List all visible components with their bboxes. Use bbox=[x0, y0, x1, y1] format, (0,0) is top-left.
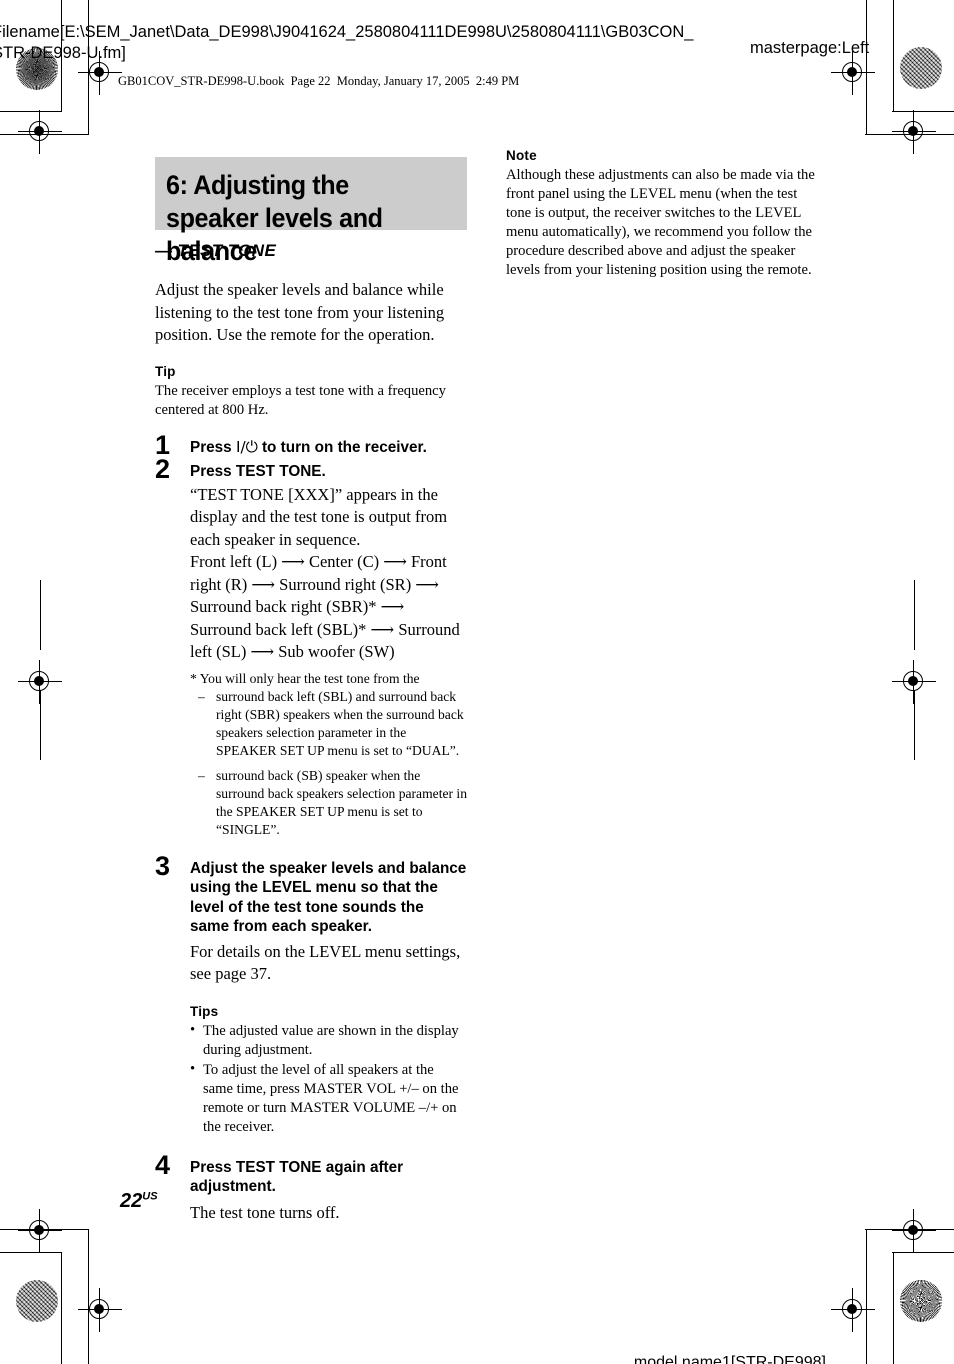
tips-list-item: • To adjust the level of all speakers at… bbox=[190, 1061, 467, 1137]
step-2-footnote-item-1: – surround back left (SBL) and surround … bbox=[190, 688, 467, 759]
bullet-dot-icon: • bbox=[190, 1021, 196, 1038]
tip-text: The receiver employs a test tone with a … bbox=[155, 382, 446, 418]
step-2-footnote-item-1-text: surround back left (SBL) and surround ba… bbox=[216, 689, 464, 758]
tips-list-item: • The adjusted value are shown in the di… bbox=[190, 1022, 467, 1060]
registration-starburst-bottom-right bbox=[900, 1280, 942, 1322]
book-header-line: GB01COV_STR-DE998-U.book Page 22 Monday,… bbox=[118, 74, 520, 88]
manual-page: Filename[E:\SEM_Janet\Data_DE998\J904162… bbox=[0, 0, 954, 1364]
step-3-title: Adjust the speaker levels and balance us… bbox=[190, 859, 467, 936]
registration-moire-bottom-left bbox=[16, 1280, 58, 1322]
page-number: 22US bbox=[120, 1190, 158, 1213]
step-2-footnote-lead: * You will only hear the test tone from … bbox=[190, 670, 420, 686]
step-2-footnote-item-2-text: surround back (SB) speaker when the surr… bbox=[216, 768, 468, 837]
step-2-body-1: “TEST TONE [XXX]” appears in the display… bbox=[190, 484, 448, 549]
registration-target-top-right-b bbox=[892, 110, 936, 154]
page-number-value: 22 bbox=[120, 1190, 143, 1212]
step-2: 2 Press TEST TONE. “TEST TONE [XXX]” app… bbox=[155, 456, 467, 839]
tip-heading: Tip bbox=[155, 363, 176, 379]
step-3-body-1: For details on the LEVEL menu settings, … bbox=[190, 941, 461, 984]
step-1-title-suffix: to turn on the receiver. bbox=[257, 438, 427, 456]
step-1-title: Press I/⏻ to turn on the receiver. bbox=[190, 438, 467, 458]
model-name-line: model name1[STR-DE998] bbox=[633, 1354, 826, 1364]
step-2-footnote-item-2: – surround back (SB) speaker when the su… bbox=[190, 767, 467, 838]
chapter-title-box: 6: Adjusting the speaker levels and bala… bbox=[155, 157, 467, 266]
crop-mark-vertical-bottom-left-outer bbox=[61, 1252, 63, 1364]
registration-target-top-left-b bbox=[18, 110, 62, 154]
intro-paragraph: Adjust the speaker levels and balance wh… bbox=[155, 280, 445, 344]
bullet-dot-icon: • bbox=[190, 1060, 196, 1077]
tips-list-item-text: To adjust the level of all speakers at t… bbox=[203, 1061, 459, 1135]
step-4-number: 4 bbox=[155, 1149, 171, 1180]
step-4-body-1: The test tone turns off. bbox=[190, 1202, 340, 1222]
step-4: 4 Press TEST TONE again after adjustment… bbox=[155, 1151, 467, 1225]
power-symbol-icon: I/⏻ bbox=[235, 437, 258, 456]
crop-mark-vertical-mid-left bbox=[40, 580, 42, 650]
tips-list: • The adjusted value are shown in the di… bbox=[190, 1022, 467, 1137]
model-name-slug: model name1[STR-DE998] [2-580-804-11(1)] bbox=[540, 1308, 826, 1364]
note-text: Although these adjustments can also be m… bbox=[506, 167, 815, 278]
crop-mark-vertical-mid-right-lower bbox=[914, 690, 916, 760]
step-2-title: Press TEST TONE. bbox=[190, 463, 326, 480]
step-3: 3 Adjust the speaker levels and balance … bbox=[155, 852, 467, 1137]
page-number-suffix: US bbox=[142, 1190, 158, 1203]
crop-mark-vertical-top-right-outer bbox=[893, 0, 895, 112]
registration-target-bottom-left-a bbox=[78, 1288, 122, 1332]
registration-target-bottom-right-b bbox=[892, 1209, 936, 1253]
note-column: Note Although these adjustments can also… bbox=[506, 148, 826, 280]
tips-list-item-text: The adjusted value are shown in the disp… bbox=[203, 1022, 459, 1058]
filename-slug: Filename[E:\SEM_Janet\Data_DE998\J904162… bbox=[0, 23, 694, 62]
crop-mark-vertical-mid-left-lower bbox=[40, 690, 42, 760]
dash-glyph-icon: – bbox=[198, 768, 205, 784]
note-heading: Note bbox=[506, 148, 537, 163]
masterpage-slug: masterpage:Left bbox=[750, 39, 870, 57]
step-2-body-2: Front left (L) ⟶ Center (C) ⟶ Front righ… bbox=[190, 552, 460, 661]
registration-target-bottom-right-a bbox=[831, 1288, 875, 1332]
tips-heading: Tips bbox=[190, 1003, 219, 1019]
page-title: 6: Adjusting the speaker levels and bala… bbox=[166, 170, 383, 266]
step-4-title: Press TEST TONE again after adjustment. bbox=[190, 1158, 404, 1196]
step-3-number: 3 bbox=[155, 850, 171, 881]
dash-glyph-icon: – bbox=[198, 689, 205, 705]
step-1-title-prefix: Press bbox=[190, 438, 236, 456]
crop-mark-vertical-mid-right bbox=[914, 580, 916, 650]
main-column: 6: Adjusting the speaker levels and bala… bbox=[155, 157, 467, 1224]
step-2-number: 2 bbox=[155, 454, 171, 484]
step-1: 1 Press I/⏻ to turn on the receiver. bbox=[155, 431, 467, 458]
crop-mark-vertical-bottom-right-outer bbox=[893, 1252, 895, 1364]
registration-target-bottom-left-b bbox=[18, 1209, 62, 1253]
registration-moire-top-right bbox=[900, 47, 942, 89]
